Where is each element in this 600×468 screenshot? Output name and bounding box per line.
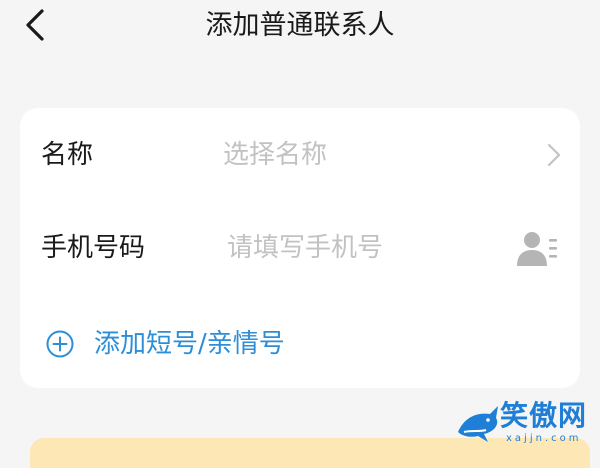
- add-short-number-label: 添加短号/亲情号: [94, 329, 285, 359]
- phone-row: 手机号码: [20, 217, 580, 281]
- phone-number-input[interactable]: [227, 229, 507, 267]
- watermark-subtext: xajjn.com: [506, 433, 582, 444]
- name-row[interactable]: 名称 选择名称: [20, 124, 580, 188]
- contact-book-icon[interactable]: [516, 230, 560, 268]
- name-placeholder: 选择名称: [223, 140, 328, 170]
- name-label: 名称: [41, 140, 94, 170]
- add-short-number-button[interactable]: 添加短号/亲情号: [46, 324, 285, 364]
- header-bar: 添加普通联系人: [0, 0, 600, 56]
- shark-logo-icon: [458, 406, 498, 442]
- chevron-right-icon: [547, 143, 561, 167]
- contact-form-card: 名称 选择名称 手机号码 添加短号/亲情号: [20, 108, 580, 388]
- phone-label: 手机号码: [41, 233, 146, 263]
- site-watermark: 笑傲网 xajjn.com: [454, 400, 594, 450]
- watermark-text: 笑傲网: [500, 399, 588, 432]
- page-title: 添加普通联系人: [205, 10, 395, 41]
- plus-circle-icon: [46, 330, 74, 358]
